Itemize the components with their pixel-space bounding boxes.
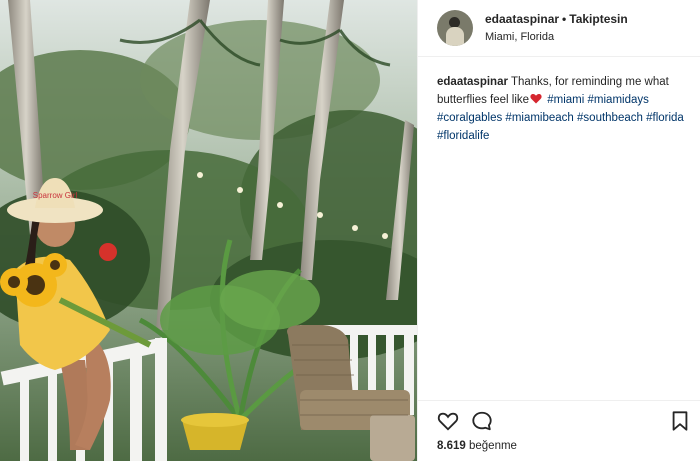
post-caption: edaataspinar Thanks, for reminding me wha… xyxy=(418,57,700,145)
header-text: edaataspinar • Takiptesin Miami, Florida xyxy=(485,11,628,45)
user-line: edaataspinar • Takiptesin xyxy=(485,11,628,27)
hashtag-link[interactable]: #miami xyxy=(547,94,584,106)
location-link[interactable]: Miami, Florida xyxy=(485,29,628,45)
username-link[interactable]: edaataspinar xyxy=(485,12,559,26)
post-photo[interactable]: Sparrow Girl xyxy=(0,0,417,461)
post-sidebar: edaataspinar • Takiptesin Miami, Florida e… xyxy=(417,0,700,461)
bookmark-icon[interactable] xyxy=(669,410,691,432)
hashtag-link[interactable]: #southbeach xyxy=(577,112,643,124)
hashtag-link[interactable]: #miamidays xyxy=(588,94,649,106)
likes-count: 8.619 xyxy=(437,440,466,452)
hat-text: Sparrow Girl xyxy=(33,191,78,200)
likes-summary[interactable]: 8.619 beğenme xyxy=(437,440,517,452)
hashtag-link[interactable]: #floridalife xyxy=(437,130,489,142)
action-bar xyxy=(418,400,700,439)
comment-bubble-icon[interactable] xyxy=(471,410,493,432)
separator-dot: • xyxy=(562,12,567,26)
post-header: edaataspinar • Takiptesin Miami, Florida xyxy=(418,0,700,57)
red-heart-emoji-icon xyxy=(530,94,542,104)
hashtag-link[interactable]: #coralgables xyxy=(437,112,502,124)
hashtag-link[interactable]: #florida xyxy=(646,112,684,124)
post-image: Sparrow Girl xyxy=(0,0,417,461)
instagram-post: Sparrow Girl edaataspinar • Takiptesin M… xyxy=(0,0,700,461)
caption-username[interactable]: edaataspinar xyxy=(437,76,508,88)
hashtag-link[interactable]: #miamibeach xyxy=(505,112,573,124)
heart-outline-icon[interactable] xyxy=(437,410,459,432)
follow-status[interactable]: Takiptesin xyxy=(569,12,627,26)
avatar[interactable] xyxy=(437,10,473,46)
likes-label: beğenme xyxy=(468,440,517,452)
